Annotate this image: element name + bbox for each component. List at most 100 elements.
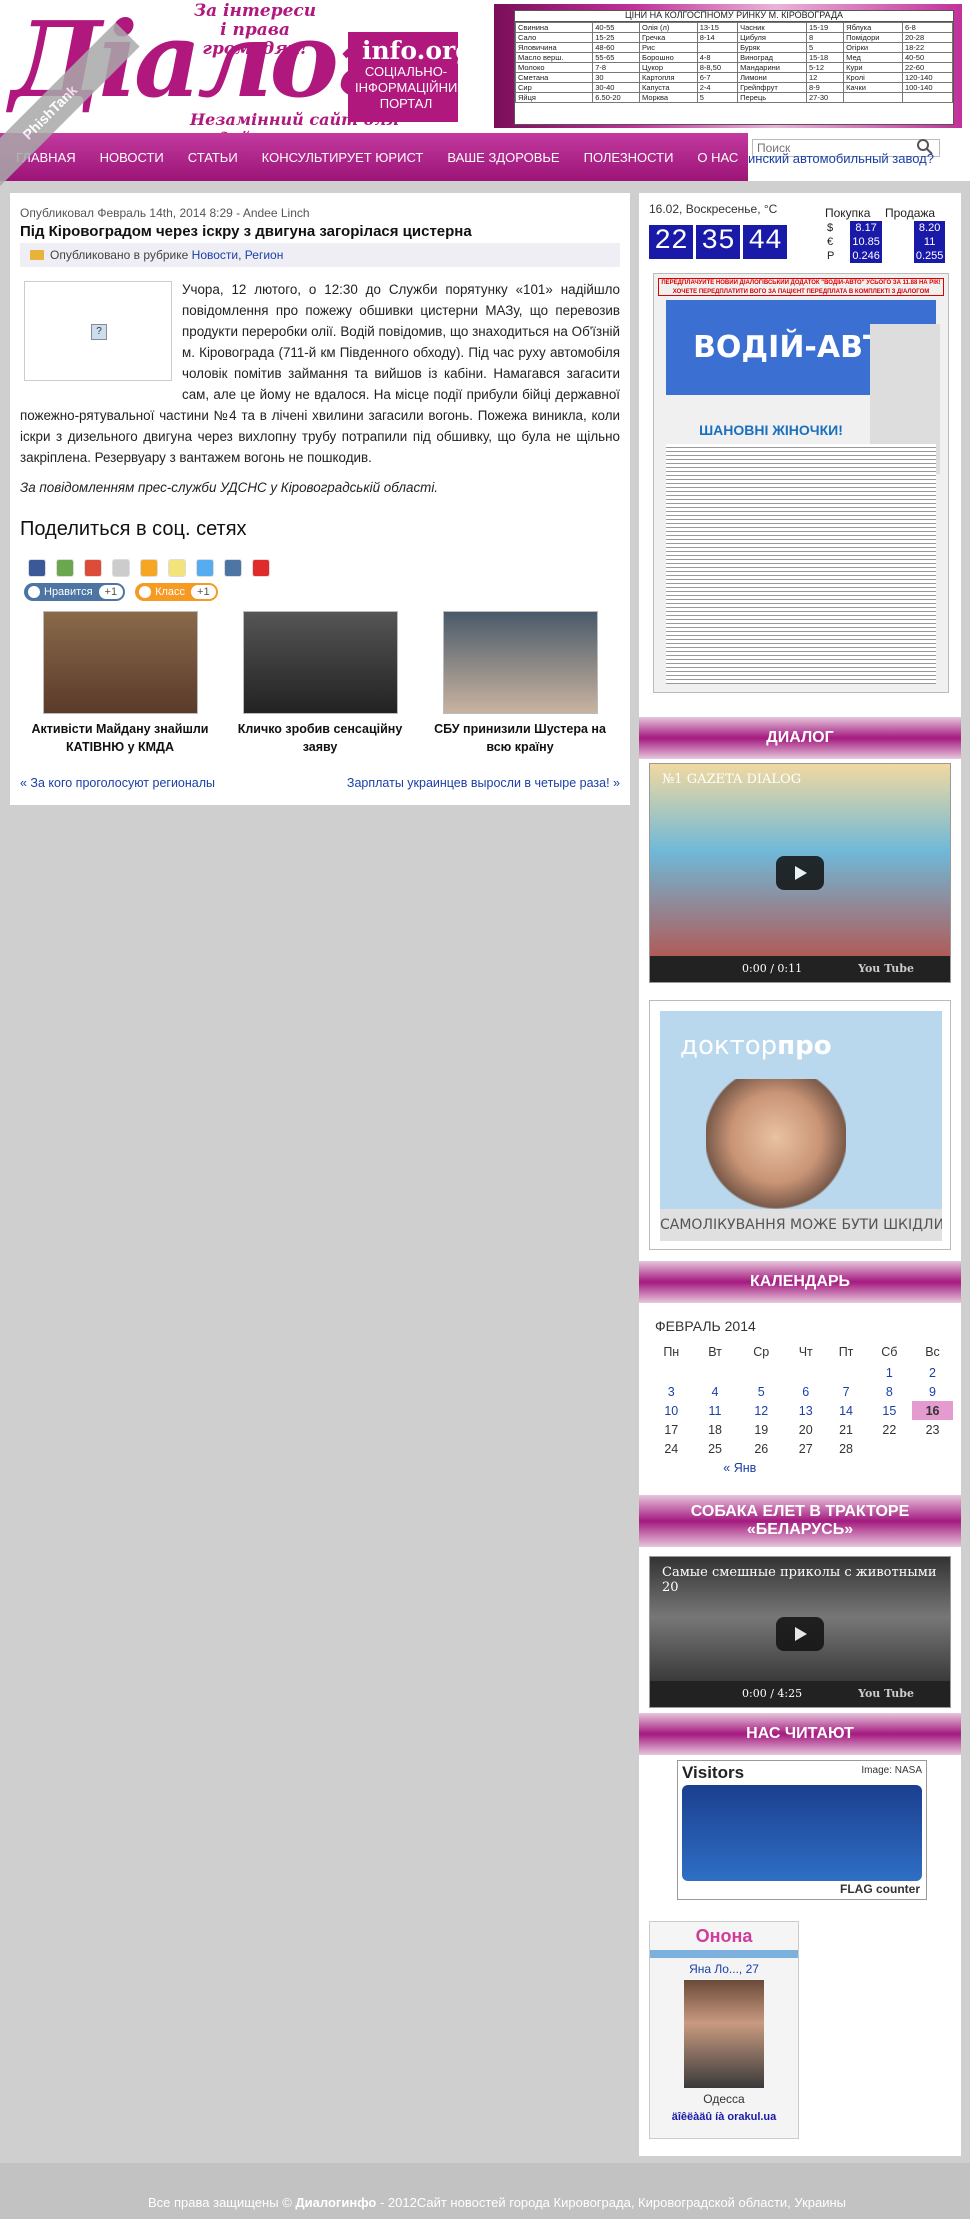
calendar-day[interactable]: 10	[649, 1401, 694, 1420]
calendar-day[interactable]: 5	[737, 1382, 786, 1401]
calendar-day: 26	[754, 1441, 769, 1456]
sell-rate: 11	[913, 235, 946, 249]
vk-icon[interactable]	[224, 559, 242, 577]
calendar-day-link[interactable]: 11	[709, 1404, 722, 1418]
calendar-day-link[interactable]: 3	[668, 1385, 675, 1399]
video-player-dialog[interactable]: №1 GAZETA DIALOG 0:00 / 0:11 You Tube	[649, 763, 951, 983]
calendar-day-link[interactable]: 5	[758, 1385, 765, 1399]
newspaper-promo[interactable]: ПЕРЕДПЛАЧУЙТЕ НОВИЙ ДІАЛОГІВСЬКИЙ ДОДАТО…	[653, 273, 949, 693]
calendar-day[interactable]: 2	[912, 1363, 953, 1382]
next-post-link[interactable]: Зарплаты украинцев выросли в четыре раза…	[347, 776, 620, 790]
related-title[interactable]: Кличко зробив сенсаційну заяву	[220, 720, 420, 756]
calendar-day[interactable]: 15	[867, 1401, 912, 1420]
article-title: Під Кіровоградом через іскру з двигуна з…	[20, 223, 472, 240]
related-title[interactable]: СБУ принизили Шустера на всю країну	[420, 720, 620, 756]
calendar-day-link[interactable]: 4	[712, 1385, 719, 1399]
youtube-icon[interactable]: You Tube	[858, 962, 914, 975]
footer-brand[interactable]: Диалогинфо	[295, 2195, 376, 2210]
calendar-day-link[interactable]: 2	[929, 1366, 936, 1380]
calendar-day-link[interactable]: 12	[754, 1404, 768, 1418]
livejournal-icon[interactable]	[112, 559, 130, 577]
category-link-news[interactable]: Новости	[192, 248, 238, 262]
calendar-day	[649, 1363, 694, 1382]
widget-title-dog-video: СОБАКА ЕЛЕТ В ТРАКТОРЕ «БЕЛАРУСЬ»	[639, 1495, 961, 1547]
calendar-day-link[interactable]: 8	[886, 1385, 893, 1399]
calendar-day[interactable]: 9	[912, 1382, 953, 1401]
calendar-day	[867, 1439, 912, 1458]
calendar-day[interactable]: 6	[786, 1382, 825, 1401]
category-link-region[interactable]: Регион	[245, 248, 284, 262]
related-post[interactable]: Кличко зробив сенсаційну заяву	[220, 611, 420, 756]
nav-item-news[interactable]: Новости	[88, 150, 176, 165]
chat-icon[interactable]	[56, 559, 74, 577]
calendar-day[interactable]: 3	[649, 1382, 694, 1401]
calendar-day-link[interactable]: 15	[882, 1404, 896, 1418]
price-row: Сир 30-40 Капуста 2-4 Грейпфрут 8-9 Качки 100-1…	[514, 82, 954, 93]
calendar-day-link[interactable]: 14	[839, 1404, 853, 1418]
currency-row: $8.17 8.20	[825, 221, 946, 235]
dating-widget[interactable]: Онона Яна Ло..., 27 Одесса äîêëàäû íà or…	[649, 1921, 799, 2139]
calendar-day-link[interactable]: 7	[843, 1385, 850, 1399]
nav-item-health[interactable]: Ваше здоровье	[435, 150, 571, 165]
nav-item-useful[interactable]: Полезности	[572, 150, 686, 165]
calendar-day[interactable]: 14	[825, 1401, 866, 1420]
nav-item-about[interactable]: О нас	[685, 150, 750, 165]
profile-photo[interactable]	[684, 1980, 764, 2088]
yandex-icon[interactable]	[252, 559, 270, 577]
price-table-caption: ЦІНИ НА КОЛГОСПНОМУ РИНКУ М. КІРОВОГРАДА	[515, 11, 953, 22]
odnoklassniki-icon[interactable]	[168, 559, 186, 577]
mail-icon[interactable]	[140, 559, 158, 577]
calendar-day[interactable]: 4	[694, 1382, 737, 1401]
nav-item-lawyer[interactable]: Консультирует юрист	[250, 150, 436, 165]
vk-like-label: Нравится	[44, 586, 93, 598]
video-player-animals[interactable]: Самые смешные приколы с животными 20 0:0…	[649, 1556, 951, 1708]
calendar-day-link[interactable]: 10	[664, 1404, 678, 1418]
related-post[interactable]: Активісти Майдану знайшли КАТІВНЮ у КМДА	[20, 611, 220, 756]
calendar-prev-month[interactable]: « Янв	[723, 1461, 756, 1475]
calendar-day[interactable]: 7	[825, 1382, 866, 1401]
video-duration: / 4:25	[770, 1687, 803, 1700]
calendar-day-link[interactable]: 6	[802, 1385, 809, 1399]
market-price-banner: ЦІНИ НА КОЛГОСПНОМУ РИНКУ М. КІРОВОГРАДА…	[494, 4, 962, 128]
play-icon[interactable]	[776, 1617, 824, 1651]
facebook-icon[interactable]	[28, 559, 46, 577]
main-nav: Главная Новости Статьи Консультирует юри…	[0, 133, 748, 181]
price-cell: 6.50-20	[592, 92, 641, 103]
calendar-day-link[interactable]: 13	[799, 1404, 813, 1418]
related-thumbnail[interactable]	[442, 611, 598, 714]
nav-item-articles[interactable]: Статьи	[176, 150, 250, 165]
profile-link[interactable]: äîêëàäû íà orakul.ua	[650, 2111, 798, 2123]
category-separator: ,	[238, 248, 242, 262]
calendar-day[interactable]: 12	[737, 1401, 786, 1420]
world-map	[682, 1785, 922, 1881]
price-row: Масло верш. 55-65 Борошно 4-8 Виноград 15-18 М…	[514, 52, 954, 63]
calendar-day-link[interactable]: 9	[929, 1385, 936, 1399]
price-cell: 120-140	[901, 72, 954, 83]
google-plus-icon[interactable]	[84, 559, 102, 577]
related-title[interactable]: Активісти Майдану знайшли КАТІВНЮ у КМДА	[20, 720, 220, 756]
calendar-day[interactable]: 8	[867, 1382, 912, 1401]
price-cell: 7-8	[592, 62, 641, 73]
profile-name[interactable]: Яна Ло..., 27	[650, 1962, 798, 1976]
youtube-icon[interactable]: You Tube	[858, 1687, 914, 1700]
vk-like-count: +1	[98, 585, 124, 599]
calendar-day[interactable]: 11	[694, 1401, 737, 1420]
calendar-day-link[interactable]: 1	[886, 1366, 893, 1380]
related-thumbnail[interactable]	[242, 611, 398, 714]
doctor-pro-ad[interactable]: докторпро САМОЛІКУВАННЯ МОЖЕ БУТИ ШКІДЛИ…	[649, 1000, 951, 1250]
play-icon[interactable]	[776, 856, 824, 890]
prev-post-link[interactable]: « За кого проголосуют регионалы	[20, 776, 215, 790]
price-cell: Борошно	[639, 52, 698, 63]
ok-like-button[interactable]: Класс +1	[135, 583, 218, 601]
flag-counter-map[interactable]: Visitors Image: NASA FLAG counter	[677, 1760, 927, 1900]
price-cell: Виноград	[737, 52, 808, 63]
related-thumbnail[interactable]	[42, 611, 198, 714]
related-post[interactable]: СБУ принизили Шустера на всю країну	[420, 611, 620, 756]
calendar-widget: ФЕВРАЛЬ 2014 Пн Вт Ср Чт Пт Сб Вс 1 2 3 4 5 6 7 8 9 10 1…	[639, 1313, 961, 1493]
twitter-icon[interactable]	[196, 559, 214, 577]
calendar-day[interactable]: 13	[786, 1401, 825, 1420]
news-ticker[interactable]: инский автомобильный завод?	[748, 151, 970, 166]
calendar-day[interactable]: 1	[867, 1363, 912, 1382]
video-controls: 0:00 / 0:11 You Tube	[650, 956, 950, 982]
vk-like-button[interactable]: Нравится +1	[24, 583, 126, 601]
